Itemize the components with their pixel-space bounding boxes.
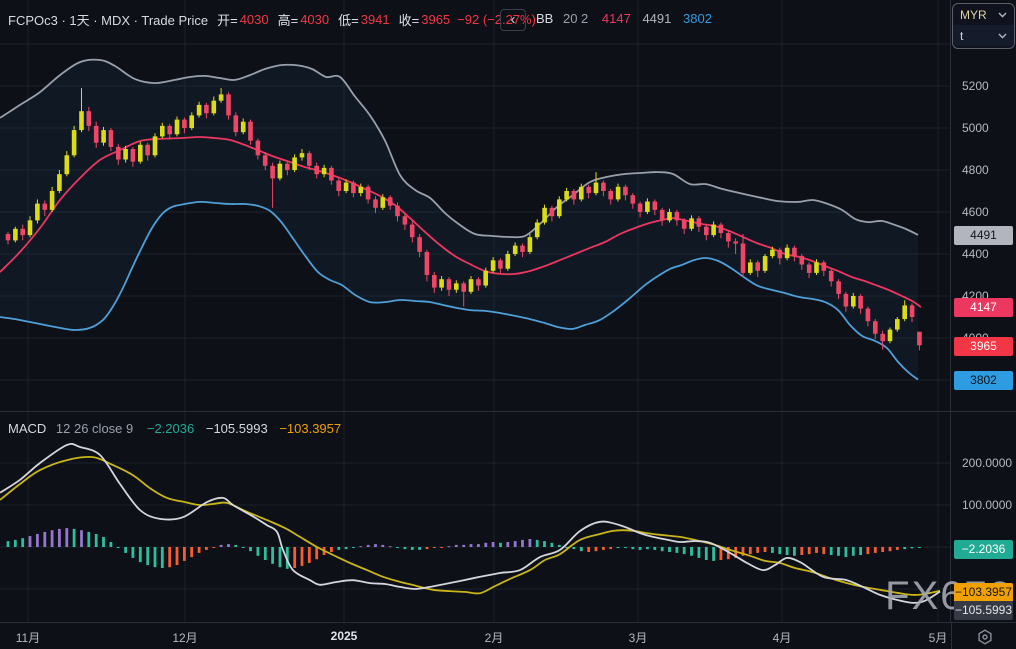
macd-badge: −2.2036 — [954, 540, 1013, 559]
time-axis-label: 2025 — [330, 629, 358, 643]
currency-value: MYR — [960, 7, 987, 22]
time-axis[interactable]: 11月 12月 2025 2月 3月 4月 5月 — [0, 622, 1016, 649]
macd-title: MACD — [8, 421, 47, 436]
macd-axis-label: 100.0000 — [962, 498, 1013, 512]
bb-lower-value: 3802 — [683, 11, 712, 26]
time-axis-label: 4月 — [772, 631, 792, 645]
macd-axis-label: 200.0000 — [962, 456, 1013, 470]
legend-collapse-button[interactable]: ‹ — [500, 9, 526, 31]
price-axis-label: 4400 — [962, 247, 989, 261]
unit-value: t — [960, 28, 964, 43]
high-label: 高= — [277, 12, 299, 28]
low-label: 低= — [338, 12, 359, 28]
low-value: 3941 — [360, 11, 390, 27]
price-axis-label: 5000 — [962, 121, 989, 135]
bb-upper-value: 4491 — [642, 11, 672, 26]
currency-select[interactable]: MYR — [953, 4, 1014, 25]
time-axis-label: 12月 — [172, 631, 198, 645]
time-axis-label: 11月 — [15, 631, 41, 645]
macd-signal-value: −103.3957 — [279, 421, 342, 436]
price-axis-label: 4800 — [962, 163, 989, 177]
bb-title: BB — [536, 11, 554, 26]
price-badge: 3802 — [954, 371, 1013, 390]
settings-gear-icon — [977, 628, 992, 645]
scale-unit-box: MYR t — [952, 3, 1015, 49]
close-label: 收= — [398, 12, 420, 28]
macd-badge: −103.3957 — [954, 583, 1013, 602]
high-value: 4030 — [300, 11, 330, 27]
macd-badge: −105.5993 — [954, 601, 1013, 620]
price-axis[interactable]: MYR t 5200500048004600440042004000200.00… — [950, 0, 1016, 622]
chevron-left-icon: ‹ — [510, 11, 516, 28]
bb-middle-value: 4147 — [601, 11, 631, 26]
macd-hist-value: −2.2036 — [146, 421, 195, 436]
chevron-down-icon — [998, 12, 1007, 18]
price-badge: 3965 — [954, 337, 1013, 356]
close-value: 3965 — [421, 11, 451, 27]
price-axis-label: 5200 — [962, 79, 989, 93]
time-axis-label: 5月 — [928, 631, 948, 645]
open-value: 4030 — [239, 11, 269, 27]
timezone-settings-button[interactable] — [951, 623, 1016, 649]
bb-params: 20 2 — [562, 11, 589, 26]
time-axis-label: 3月 — [628, 631, 648, 645]
symbol-title: FCPOc3 · 1天 · MDX · Trade Price — [8, 12, 209, 28]
macd-legend[interactable]: MACD 12 26 close 9 −2.2036 −105.5993 −10… — [8, 421, 341, 436]
price-badge: 4147 — [954, 298, 1013, 317]
trading-chart-app: FCPOc3 · 1天 · MDX · Trade Price 开= 4030 高… — [0, 0, 1016, 649]
price-axis-label: 4600 — [962, 205, 989, 219]
chevron-down-icon — [998, 33, 1007, 39]
open-label: 开= — [217, 12, 238, 28]
macd-params: 12 26 close 9 — [55, 421, 134, 436]
unit-select[interactable]: t — [953, 25, 1014, 46]
pane-separator[interactable] — [0, 411, 1016, 412]
time-axis-label: 2月 — [484, 631, 504, 645]
bb-legend[interactable]: BB 20 2 4147 4491 3802 — [536, 11, 712, 26]
macd-line-value: −105.5993 — [205, 421, 268, 436]
price-badge: 4491 — [954, 226, 1013, 245]
chart-main: FCPOc3 · 1天 · MDX · Trade Price 开= 4030 高… — [0, 0, 1016, 622]
symbol-legend: FCPOc3 · 1天 · MDX · Trade Price 开= 4030 高… — [8, 8, 536, 30]
chart-canvas[interactable] — [0, 0, 950, 622]
